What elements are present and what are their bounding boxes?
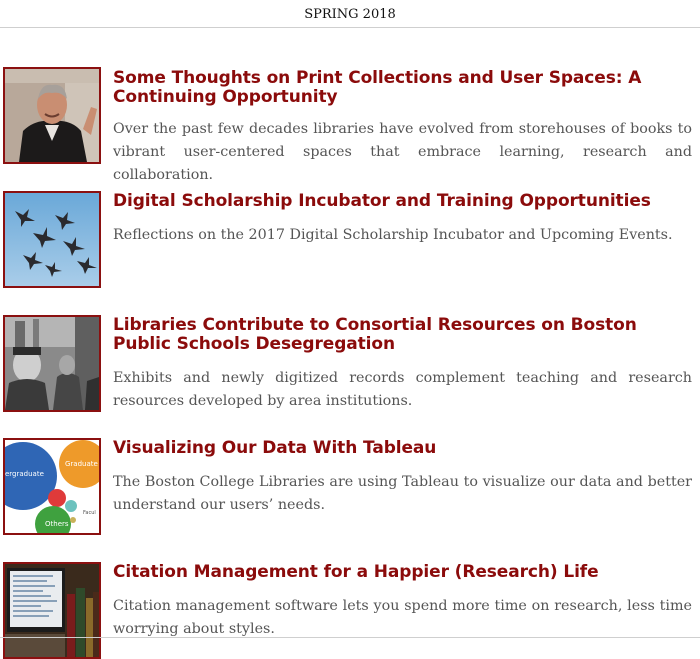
- article-thumbnail[interactable]: ergraduate Graduate Others Facul: [3, 438, 101, 535]
- article-thumbnail[interactable]: [3, 191, 101, 288]
- article-title-link[interactable]: Libraries Contribute to Consortial Resou…: [113, 316, 692, 354]
- chart-label: Graduate: [65, 460, 98, 468]
- article-thumbnail[interactable]: [3, 67, 101, 164]
- article-description: Reflections on the 2017 Digital Scholars…: [113, 227, 673, 243]
- article-title-link[interactable]: Citation Management for a Happier (Resea…: [113, 563, 692, 582]
- article-title-link[interactable]: Visualizing Our Data With Tableau: [113, 439, 692, 458]
- article-thumbnail[interactable]: [3, 562, 101, 659]
- article-title-link[interactable]: Some Thoughts on Print Collections and U…: [113, 69, 692, 107]
- article-thumbnail[interactable]: [3, 315, 101, 412]
- article-description: Over the past few decades libraries have…: [113, 121, 692, 183]
- chart-label: ergraduate: [5, 470, 44, 478]
- article-title-link[interactable]: Digital Scholarship Incubator and Traini…: [113, 192, 692, 211]
- article-description: The Boston College Libraries are using T…: [113, 474, 692, 513]
- article-description: Citation management software lets you sp…: [113, 598, 692, 637]
- article-description: Exhibits and newly digitized records com…: [113, 370, 692, 409]
- chart-label: Others: [45, 520, 69, 528]
- issue-header: SPRING 2018: [0, 0, 700, 28]
- bottom-divider: [0, 637, 700, 638]
- chart-label: Facul: [83, 510, 96, 516]
